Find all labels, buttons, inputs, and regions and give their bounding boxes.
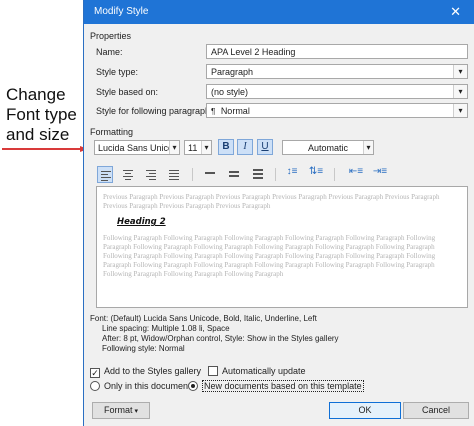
align-left-button[interactable]: [97, 166, 113, 183]
only-this-document-label: Only in this document: [104, 381, 191, 391]
style-type-value: Paragraph: [211, 67, 254, 77]
chevron-down-icon: ▾: [169, 141, 179, 154]
following-style-label: Style for following paragraph:: [96, 106, 213, 116]
description-line: Line spacing: Multiple 1.08 li, Space: [102, 324, 230, 333]
chevron-down-icon: ▾: [453, 104, 467, 117]
annotation-text: Change Font type and size: [6, 85, 84, 145]
properties-section-label: Properties: [90, 31, 132, 41]
bold-button[interactable]: B: [218, 139, 234, 155]
underline-button[interactable]: U: [257, 139, 273, 155]
annotation-arrow-icon: [2, 146, 88, 152]
style-description: Font: (Default) Lucida Sans Unicode, Bol…: [90, 314, 468, 354]
title-bar: Modify Style ✕: [84, 0, 474, 24]
name-label: Name:: [96, 47, 123, 57]
annotation-line-3: and size: [6, 125, 70, 144]
formatting-section-label: Formatting: [90, 127, 134, 137]
modify-style-dialog: Modify Style ✕ Properties Name: APA Leve…: [83, 0, 474, 426]
chevron-down-icon: ▾: [453, 65, 467, 78]
auto-update-checkbox[interactable]: Automatically update: [208, 366, 306, 376]
double-spacing-button[interactable]: [250, 166, 266, 183]
italic-button[interactable]: I: [237, 139, 253, 155]
font-size-value: 11: [188, 143, 198, 153]
preview-heading: Heading 2: [117, 217, 166, 227]
style-based-on-label: Style based on:: [96, 87, 159, 97]
toolbar-divider: [192, 168, 193, 181]
ok-button[interactable]: OK: [329, 402, 401, 419]
font-name-select[interactable]: Lucida Sans Unicode ▾: [94, 140, 180, 155]
toolbar-divider: [334, 168, 335, 181]
check-icon: ✓: [90, 368, 100, 378]
new-documents-label: New documents based on this template: [202, 380, 364, 392]
preview-previous-paragraph: Previous Paragraph Previous Paragraph Pr…: [103, 193, 440, 210]
toolbar-divider: [275, 168, 276, 181]
chevron-down-icon: ▾: [363, 141, 373, 154]
add-to-gallery-checkbox[interactable]: ✓ Add to the Styles gallery: [90, 366, 201, 378]
pilcrow-icon: ¶: [211, 107, 216, 116]
checkbox-icon: [208, 366, 218, 376]
single-spacing-button[interactable]: [202, 166, 218, 183]
font-size-select[interactable]: 11 ▾: [184, 140, 212, 155]
cancel-button[interactable]: Cancel: [403, 402, 469, 419]
style-based-on-select[interactable]: (no style) ▾: [206, 84, 468, 99]
close-icon[interactable]: ✕: [450, 4, 461, 20]
format-button[interactable]: Format ▾: [92, 402, 150, 419]
style-preview: Previous Paragraph Previous Paragraph Pr…: [96, 186, 468, 308]
following-style-value: Normal: [220, 106, 250, 116]
style-type-label: Style type:: [96, 67, 139, 77]
increase-paragraph-spacing-icon[interactable]: ↕≡: [284, 166, 300, 183]
description-line: Following style: Normal: [102, 344, 185, 353]
window-title: Modify Style: [94, 6, 149, 17]
decrease-indent-icon[interactable]: ⇤≡: [348, 166, 364, 183]
annotation-line-1: Change: [6, 85, 66, 104]
caret-down-icon: ▾: [132, 408, 138, 415]
description-line: After: 8 pt, Widow/Orphan control, Style…: [102, 334, 339, 343]
preview-following-paragraph: Following Paragraph Following Paragraph …: [103, 234, 436, 278]
font-color-value: Automatic: [307, 143, 349, 153]
increase-indent-icon[interactable]: ⇥≡: [372, 166, 388, 183]
following-style-select[interactable]: ¶ Normal ▾: [206, 103, 468, 118]
auto-update-label: Automatically update: [222, 366, 306, 376]
font-name-value: Lucida Sans Unicode: [98, 143, 180, 153]
style-based-on-value: (no style): [211, 87, 249, 97]
font-color-select[interactable]: Automatic ▾: [282, 140, 374, 155]
decrease-paragraph-spacing-icon[interactable]: ⇅≡: [308, 166, 324, 183]
radio-selected-icon: [188, 381, 198, 391]
justify-button[interactable]: [166, 166, 182, 183]
add-to-gallery-label: Add to the Styles gallery: [104, 366, 202, 376]
annotation-line-2: Font type: [6, 105, 77, 124]
radio-icon: [90, 381, 100, 391]
only-this-document-radio[interactable]: Only in this document: [90, 381, 191, 391]
chevron-down-icon: ▾: [201, 141, 211, 154]
chevron-down-icon: ▾: [453, 85, 467, 98]
name-input[interactable]: APA Level 2 Heading: [206, 44, 468, 59]
align-right-button[interactable]: [143, 166, 159, 183]
format-button-label: Format: [104, 405, 133, 415]
align-center-button[interactable]: [120, 166, 136, 183]
one-half-spacing-button[interactable]: [226, 166, 242, 183]
style-type-select[interactable]: Paragraph ▾: [206, 64, 468, 79]
description-line: Font: (Default) Lucida Sans Unicode, Bol…: [90, 314, 317, 323]
new-documents-radio[interactable]: New documents based on this template: [188, 380, 364, 392]
